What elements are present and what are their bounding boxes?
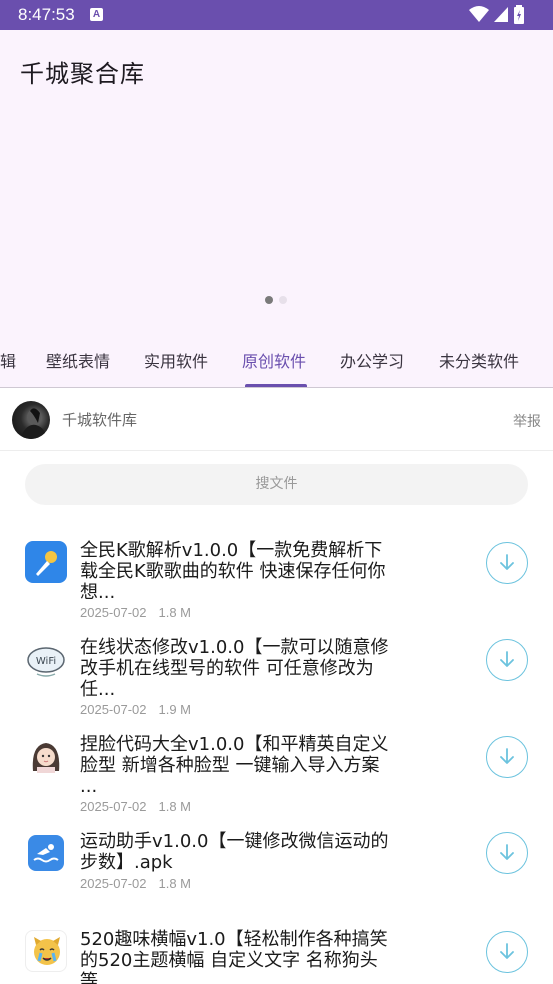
girl-face-icon: [25, 735, 67, 777]
download-arrow-icon: [500, 651, 514, 667]
file-title[interactable]: 全民K歌解析v1.0.0【一款免费解析下载全民K歌歌曲的软件 快速保存任何你想.…: [80, 540, 400, 603]
wifi-signal-icon: [469, 6, 489, 22]
tab-original[interactable]: 原创软件: [242, 348, 306, 372]
file-title[interactable]: 运动助手v1.0.0【一键修改微信运动的步数】.apk: [80, 831, 400, 873]
download-button[interactable]: [486, 639, 528, 681]
tab-partial[interactable]: 辑: [0, 348, 16, 372]
microphone-icon: [25, 541, 67, 583]
download-button[interactable]: [486, 832, 528, 874]
file-date: 2025-07-02: [80, 605, 147, 620]
active-tab-indicator: [245, 384, 307, 387]
tab-office[interactable]: 办公学习: [340, 348, 404, 372]
file-size: 1.8 M: [158, 605, 192, 620]
tab-uncategorized[interactable]: 未分类软件: [439, 348, 519, 372]
status-bar: 8:47:53 A: [0, 0, 553, 30]
page-title: 千城聚合库: [20, 60, 145, 88]
tab-wallpaper[interactable]: 壁纸表情: [46, 348, 110, 372]
download-button[interactable]: [486, 931, 528, 973]
download-arrow-icon: [500, 943, 514, 959]
author-row: 千城软件库 举报: [0, 389, 553, 451]
cell-signal-icon: [494, 7, 508, 22]
download-arrow-icon: [500, 554, 514, 570]
file-meta: 2025-07-02 1.8 M: [80, 605, 191, 620]
file-date: 2025-07-02: [80, 702, 147, 717]
file-size: 1.8 M: [158, 876, 192, 891]
file-size: 1.9 M: [158, 702, 192, 717]
wifi-icon: WiFi: [25, 638, 67, 680]
accessibility-a-icon: A: [90, 8, 103, 21]
download-arrow-icon: [500, 748, 514, 764]
file-meta: 2025-07-02 1.9 M: [80, 702, 191, 717]
crying-dog-icon: [25, 930, 67, 972]
file-title[interactable]: 520趣味横幅v1.0【轻松制作各种搞笑的520主题横幅 自定义文字 名称狗头等…: [80, 929, 400, 984]
tab-utility[interactable]: 实用软件: [144, 348, 208, 372]
list-item[interactable]: 520趣味横幅v1.0【轻松制作各种搞笑的520主题横幅 自定义文字 名称狗头等…: [0, 929, 553, 984]
file-meta: 2025-07-02 1.8 M: [80, 876, 191, 891]
list-item[interactable]: 捏脸代码大全v1.0.0【和平精英自定义脸型 新增各种脸型 一键输入导入方案 .…: [0, 734, 553, 818]
report-link[interactable]: 举报: [513, 411, 541, 431]
app-header: 千城聚合库: [0, 30, 553, 338]
avatar-figure-icon: [20, 408, 46, 439]
avatar[interactable]: [12, 401, 50, 439]
list-item[interactable]: WiFi 在线状态修改v1.0.0【一款可以随意修改手机在线型号的软件 可任意修…: [0, 637, 553, 721]
page-dot-active: [265, 296, 273, 304]
file-meta: 2025-07-02 1.8 M: [80, 799, 191, 814]
file-title[interactable]: 捏脸代码大全v1.0.0【和平精英自定义脸型 新增各种脸型 一键输入导入方案 .…: [80, 734, 400, 797]
file-title[interactable]: 在线状态修改v1.0.0【一款可以随意修改手机在线型号的软件 可任意修改为任..…: [80, 637, 400, 700]
download-button[interactable]: [486, 542, 528, 584]
list-item[interactable]: 运动助手v1.0.0【一键修改微信运动的步数】.apk 2025-07-02 1.…: [0, 831, 553, 897]
file-date: 2025-07-02: [80, 799, 147, 814]
list-item[interactable]: 全民K歌解析v1.0.0【一款免费解析下载全民K歌歌曲的软件 快速保存任何你想.…: [0, 540, 553, 624]
category-tabs: 辑 壁纸表情 实用软件 原创软件 办公学习 未分类软件: [0, 338, 553, 388]
file-size: 1.8 M: [158, 799, 192, 814]
battery-icon: [514, 5, 524, 24]
svg-text:WiFi: WiFi: [36, 656, 56, 667]
swimming-icon: [28, 835, 64, 871]
system-icons: [469, 5, 539, 25]
page-dot-inactive: [279, 296, 287, 304]
search-input[interactable]: 搜文件: [25, 464, 528, 505]
status-time: 8:47:53: [18, 5, 75, 24]
file-date: 2025-07-02: [80, 876, 147, 891]
download-arrow-icon: [500, 844, 514, 860]
download-button[interactable]: [486, 736, 528, 778]
author-name[interactable]: 千城软件库: [62, 409, 137, 430]
